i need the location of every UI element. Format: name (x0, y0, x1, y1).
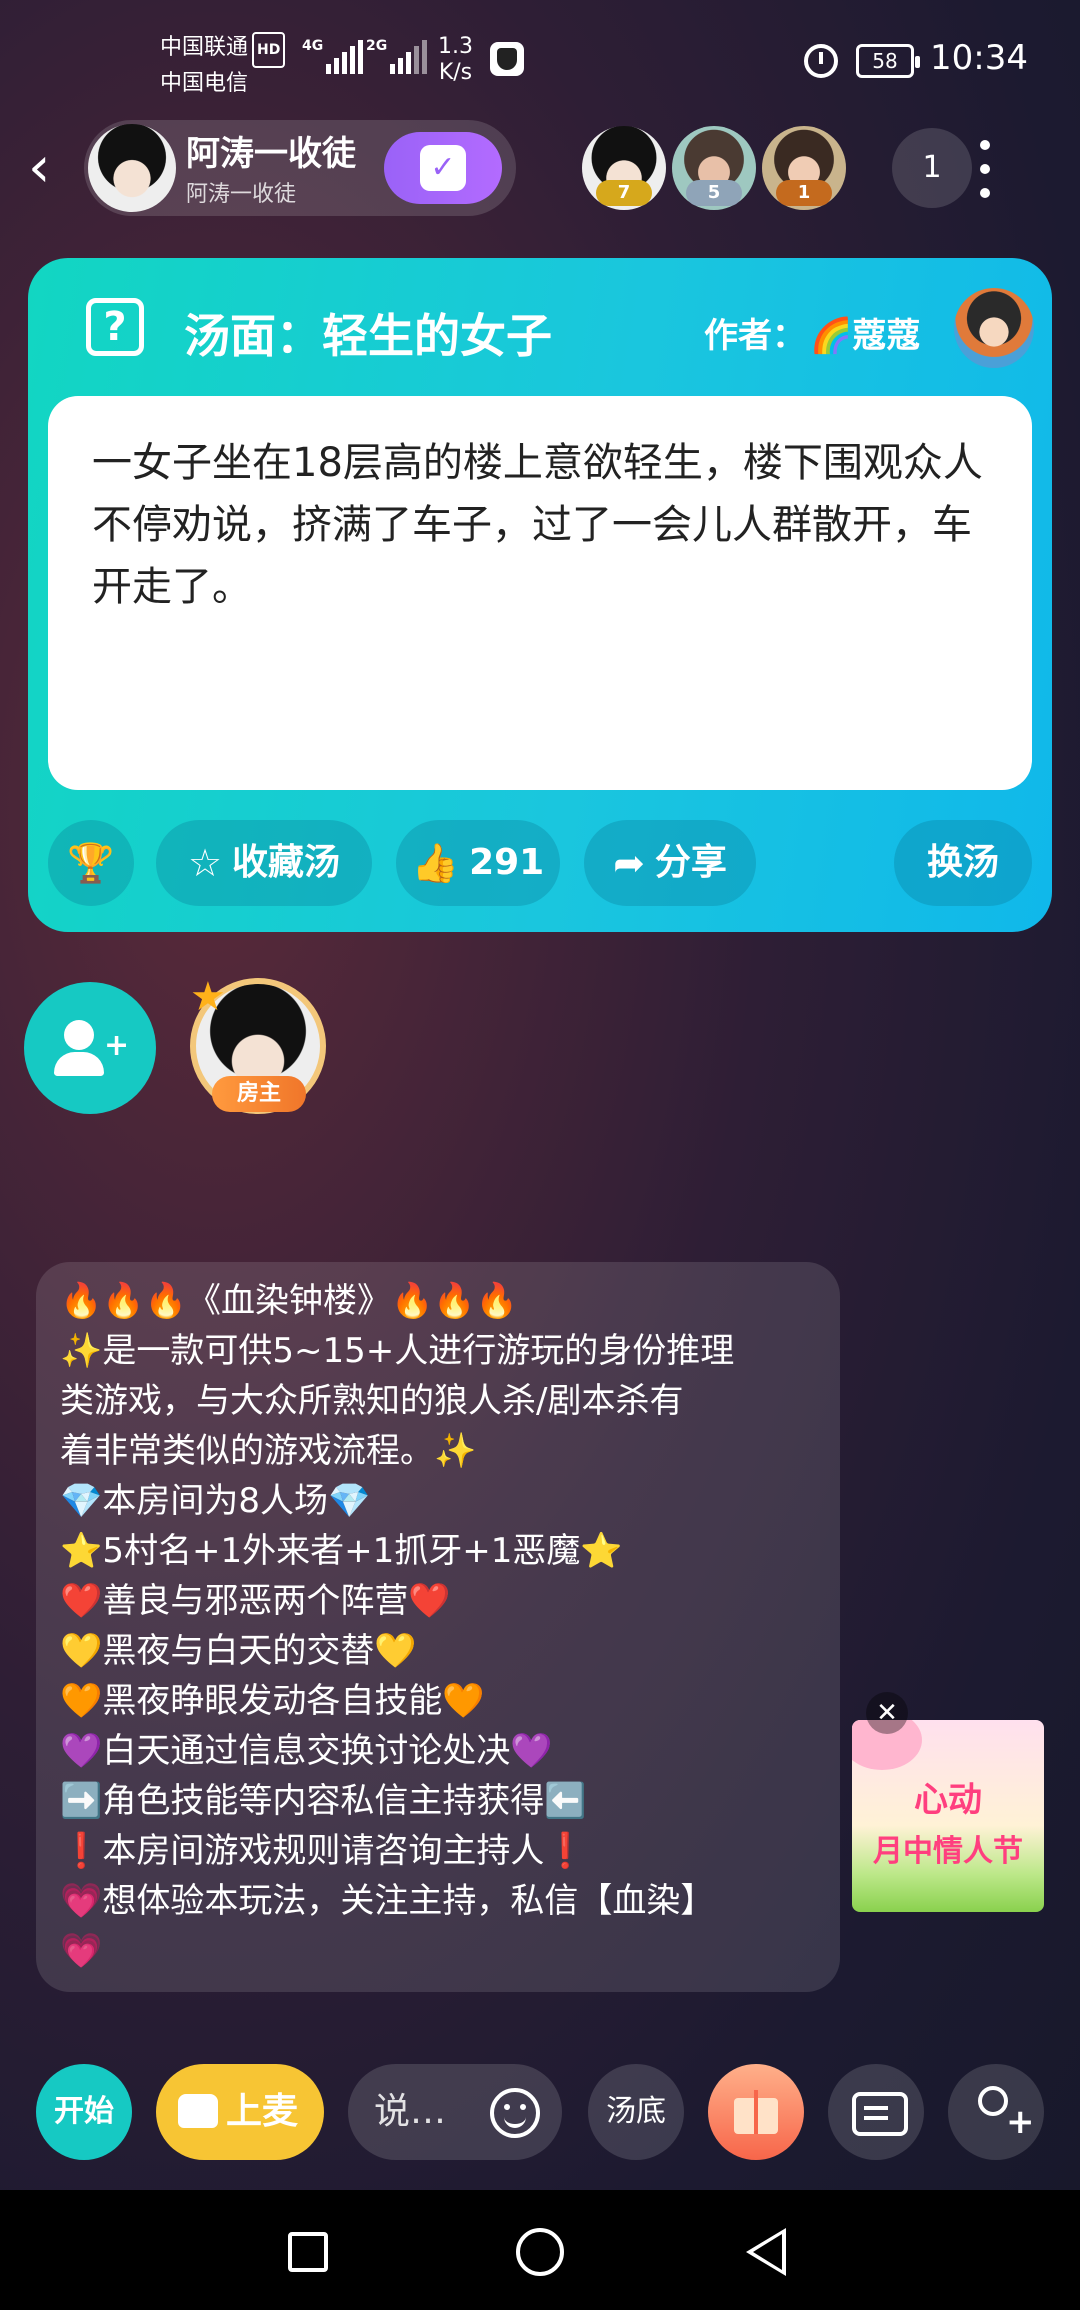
share-label: 分享 (654, 842, 727, 883)
rules-line: 💗想体验本玩法，关注主持，私信【血染】 (60, 1881, 715, 1921)
soup-bottom-button[interactable]: 汤底 (588, 2064, 684, 2160)
mask-app-icon (490, 42, 524, 76)
rules-line: 💎本房间为8人场💎 (60, 1481, 371, 1521)
rules-line: 🧡黑夜睁眼发动各自技能🧡 (60, 1681, 485, 1721)
checkin-button[interactable]: ✓ (384, 132, 502, 204)
level-badge: 7 (596, 180, 652, 206)
clock: 10:34 (930, 38, 1028, 78)
thumbs-up-icon: 👍 (411, 841, 460, 885)
start-game-button[interactable]: 开始 (36, 2064, 132, 2160)
gift-icon[interactable] (708, 2064, 804, 2160)
online-count-button[interactable]: 1 (892, 128, 972, 208)
signal-icon-2: 2G (366, 38, 428, 74)
rules-line: ⭐5村名+1外来者+1抓牙+1恶魔⭐ (60, 1531, 623, 1571)
rules-line: ✨是一款可供5~15+人进行游玩的身份推理 (60, 1331, 735, 1371)
author-avatar[interactable] (954, 288, 1034, 368)
emoji-icon[interactable] (490, 2088, 540, 2138)
share-button[interactable]: ➦ 分享 (584, 820, 756, 906)
close-icon[interactable]: ✕ (866, 1692, 908, 1734)
alarm-icon (804, 44, 838, 78)
author-label: 作者： (704, 316, 806, 356)
soup-card: ? 汤面：轻生的女子 作者： 🌈蔻蔻 一女子坐在18层高的楼上意欲轻生，楼下围观… (28, 258, 1052, 932)
user-add-icon (64, 1020, 94, 1050)
net-speed: 1.3 K/s (438, 34, 473, 86)
carrier-1: 中国联通 (160, 35, 249, 60)
home-icon[interactable] (516, 2228, 564, 2276)
author-name[interactable]: 🌈蔻蔻 (810, 308, 920, 357)
room-rules-panel: 🔥🔥🔥《血染钟楼》🔥🔥🔥 ✨是一款可供5~15+人进行游玩的身份推理 类游戏，与… (36, 1262, 840, 1992)
mic-label: 上麦 (226, 2091, 299, 2132)
rules-line: 着非常类似的游戏流程。✨ (60, 1431, 477, 1471)
rules-line: 💜白天通过信息交换讨论处决💜 (60, 1731, 553, 1771)
chat-input[interactable]: 说… (348, 2064, 562, 2160)
level-badge: 5 (686, 180, 742, 206)
chat-placeholder: 说… (374, 2091, 447, 2132)
invite-user-button[interactable]: + (24, 982, 156, 1114)
promo-line-2: 月中情人节 (873, 1834, 1023, 1869)
promo-banner[interactable]: 心动 月中情人节 (852, 1720, 1044, 1912)
system-nav-bar (0, 2190, 1080, 2310)
share-arrow-icon: ➦ (613, 841, 645, 885)
like-count: 291 (469, 842, 545, 883)
net-speed-unit: K/s (438, 60, 473, 85)
promo-line-1: 心动 (914, 1780, 982, 1820)
rules-line: ❗本房间游戏规则请咨询主持人❗ (60, 1831, 587, 1871)
star-icon: ★ (190, 974, 226, 1020)
rules-line: 类游戏，与大众所熟知的狼人杀/剧本杀有 (60, 1381, 684, 1421)
status-bar: 中国联通 HD 中国电信 4G 2G 1.3 K/s 58 10:34 (0, 0, 1080, 120)
question-icon: ? (86, 298, 144, 356)
battery-icon: 58 (856, 44, 920, 78)
host-name: 阿涛一收徒 (186, 134, 356, 174)
net-speed-value: 1.3 (438, 34, 473, 59)
level-badge: 1 (776, 180, 832, 206)
star-icon: ☆ (187, 841, 223, 885)
favorite-label: 收藏汤 (232, 842, 341, 883)
rules-line: 💛黑夜与白天的交替💛 (60, 1631, 417, 1671)
net-type-2: 2G (366, 38, 388, 54)
follow-user-icon[interactable] (948, 2064, 1044, 2160)
signal-icon-1: 4G (302, 38, 364, 74)
host-avatar[interactable] (88, 124, 176, 212)
soup-body: 一女子坐在18层高的楼上意欲轻生，楼下围观众人不停劝说，挤满了车子，过了一会儿人… (48, 396, 1032, 790)
carrier-info: 中国联通 HD 中国电信 (160, 32, 286, 100)
rules-line: 🔥🔥🔥《血染钟楼》🔥🔥🔥 (60, 1281, 519, 1321)
change-soup-button[interactable]: 换汤 (894, 820, 1032, 906)
calendar-check-icon: ✓ (420, 145, 466, 191)
back-nav-icon[interactable] (746, 2228, 786, 2276)
hd-badge: HD (252, 32, 286, 68)
trophy-button[interactable]: 🏆 (48, 820, 134, 906)
soup-title: 汤面：轻生的女子 (184, 309, 552, 363)
host-subtitle: 阿涛一收徒 (186, 182, 297, 207)
rules-line: ➡️角色技能等内容私信主持获得⬅️ (60, 1781, 587, 1821)
more-menu-icon[interactable] (980, 140, 992, 200)
back-icon[interactable]: ‹ (28, 140, 68, 196)
owner-badge: 房主 (212, 1076, 306, 1112)
rules-line: ❤️善良与邪恶两个阵营❤️ (60, 1581, 451, 1621)
recent-apps-icon[interactable] (288, 2232, 328, 2272)
net-type-1: 4G (302, 38, 324, 54)
favorite-button[interactable]: ☆ 收藏汤 (156, 820, 372, 906)
rules-line: 💗 (60, 1931, 103, 1971)
message-icon[interactable] (828, 2064, 924, 2160)
like-button[interactable]: 👍 291 (396, 820, 560, 906)
soup-text: 一女子坐在18层高的楼上意欲轻生，楼下围观众人不停劝说，挤满了车子，过了一会儿人… (92, 440, 983, 610)
carrier-2: 中国电信 (160, 71, 249, 96)
take-mic-button[interactable]: 上麦 (156, 2064, 324, 2160)
trophy-icon: 🏆 (67, 841, 115, 885)
